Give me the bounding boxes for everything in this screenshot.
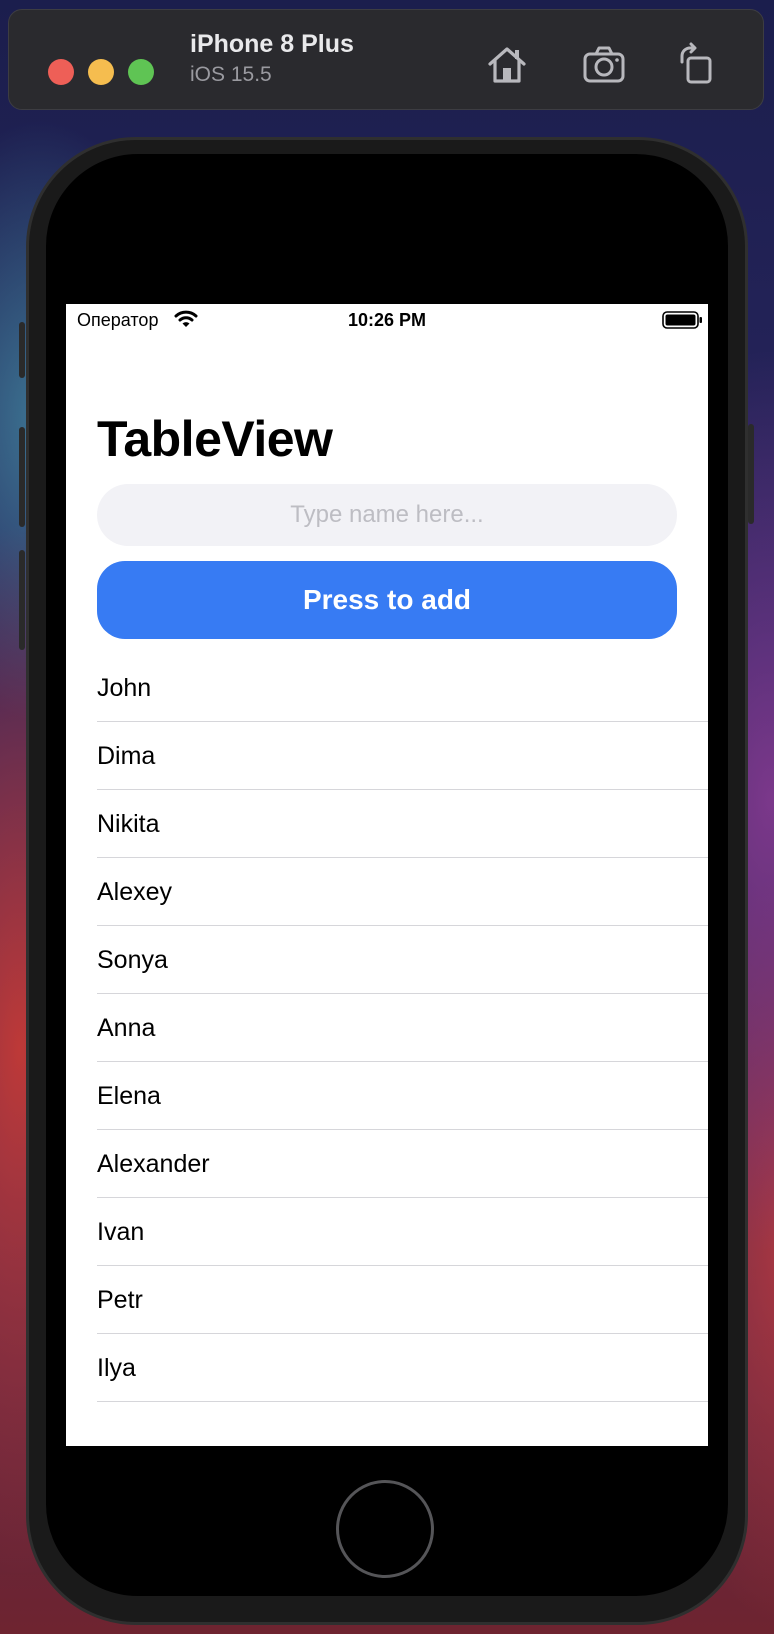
row-label: Elena [97,1082,161,1110]
mute-switch [19,322,25,378]
page-title: TableView [97,411,333,467]
row-label: Sonya [97,946,168,974]
table-row[interactable]: Alexander [66,1130,708,1198]
name-input[interactable] [97,484,677,546]
table-row[interactable]: Elena [66,1062,708,1130]
add-name-button[interactable]: Press to add [97,561,677,639]
table-row[interactable]: Ilya [66,1334,708,1402]
simulator-title-bar: iPhone 8 Plus iOS 15.5 [8,9,764,110]
power-button [748,424,754,524]
row-separator [97,1401,708,1402]
screenshot-button[interactable] [581,42,627,88]
table-row[interactable]: Nikita [66,790,708,858]
table-row[interactable]: Anna [66,994,708,1062]
home-icon [488,47,526,83]
row-label: Petr [97,1286,143,1314]
camera-icon [583,46,625,83]
device-name: iPhone 8 Plus [190,30,354,58]
rotate-button[interactable] [674,42,720,88]
home-button[interactable] [484,42,530,88]
rotate-icon [680,42,712,84]
battery-icon [662,311,702,329]
volume-up-button [19,427,25,527]
status-bar: Оператор 10:26 PM [66,304,708,336]
table-row[interactable]: Ivan [66,1198,708,1266]
row-label: John [97,674,152,702]
volume-down-button [19,550,25,650]
os-version: iOS 15.5 [190,63,272,86]
device-home-button[interactable] [336,1480,434,1578]
row-label: Alexander [97,1150,210,1178]
zoom-window-button[interactable] [128,59,154,85]
status-time: 10:26 PM [347,310,427,330]
row-label: Dima [97,742,156,770]
row-label: Nikita [97,810,160,838]
minimize-window-button[interactable] [88,59,114,85]
table-row[interactable]: Sonya [66,926,708,994]
row-label: Alexey [97,878,173,906]
close-window-button[interactable] [48,59,74,85]
row-label: Ivan [97,1218,145,1246]
table-row[interactable]: Alexey [66,858,708,926]
row-label: Anna [97,1014,156,1042]
table-row[interactable]: John [66,654,708,722]
app-screen: Оператор 10:26 PM TableView Press to add… [66,304,708,1446]
table-row[interactable]: Petr [66,1266,708,1334]
names-table: John Dima Nikita Alexey Sonya Anna Elena… [66,654,708,1402]
row-label: Ilya [97,1354,136,1382]
table-row[interactable]: Dima [66,722,708,790]
